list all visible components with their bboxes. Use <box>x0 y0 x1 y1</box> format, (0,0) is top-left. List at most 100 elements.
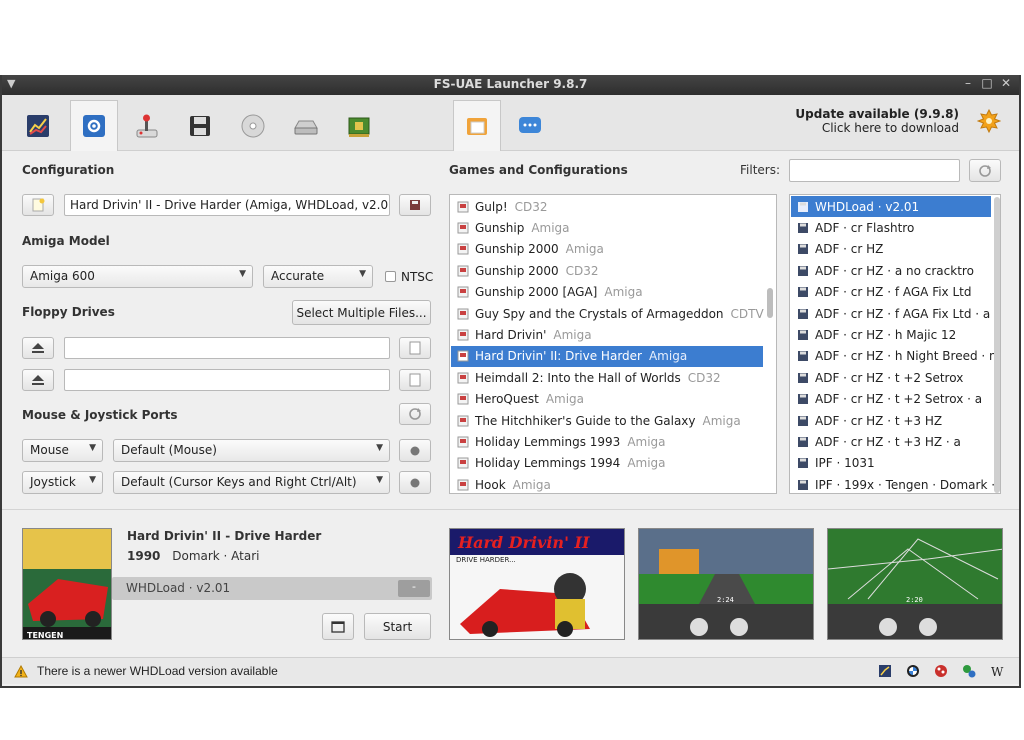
fullscreen-toggle-button[interactable] <box>322 613 354 640</box>
screenshot-subtitle-text: DRIVE HARDER... <box>456 556 516 564</box>
game-list-item[interactable]: Heimdall 2: Into the Hall of Worlds CD32 <box>451 367 763 388</box>
document-icon <box>409 373 421 387</box>
wikipedia-icon[interactable]: W <box>990 664 1004 678</box>
screenshot-logo-text: Hard Drivin' II <box>457 533 590 552</box>
tab-input[interactable] <box>123 100 171 151</box>
save-config-button[interactable] <box>399 194 431 216</box>
floppy-icon <box>798 244 808 255</box>
tab-config[interactable] <box>70 100 118 151</box>
variant-list-item[interactable]: ADF · cr HZ · f AGA Fix Ltd <box>791 282 991 303</box>
variant-name: IPF · 1031 <box>815 456 875 471</box>
variant-name: ADF · cr HZ <box>815 242 884 257</box>
game-config-icon <box>457 436 469 448</box>
start-button[interactable]: Start <box>364 613 431 640</box>
variant-bar[interactable]: WHDLoad · v2.01 - <box>112 577 432 600</box>
eject-floppy1-button[interactable] <box>22 337 54 359</box>
chevron-down-icon: ▼ <box>89 443 96 453</box>
tab-netplay[interactable] <box>506 100 554 151</box>
game-name: The Hitchhiker's Guide to the Galaxy <box>475 413 696 428</box>
variant-remove-button[interactable]: - <box>398 580 430 597</box>
game-list-item[interactable]: Gunship 2000 CD32 <box>451 260 763 281</box>
port2-device-select[interactable]: Default (Cursor Keys and Right Ctrl/Alt)… <box>113 471 390 494</box>
port1-type-select[interactable]: Mouse ▼ <box>22 439 103 462</box>
game-name: Gulp! <box>475 199 508 214</box>
port1-device-select[interactable]: Default (Mouse) ▼ <box>113 439 390 462</box>
ntsc-checkbox[interactable] <box>385 271 396 282</box>
game-list-item[interactable]: Holiday Lemmings 1994 Amiga <box>451 453 763 474</box>
game-list-item[interactable]: The Hitchhiker's Guide to the Galaxy Amig… <box>451 410 763 431</box>
game-list-item[interactable]: Hard Drivin' Amiga <box>451 324 763 345</box>
maximize-button[interactable]: □ <box>980 76 994 90</box>
refresh-games-button[interactable] <box>969 159 1001 182</box>
game-name: Gunship 2000 <box>475 263 559 278</box>
screenshot2-timer: 2:20 <box>906 596 923 604</box>
amiga-model-select[interactable]: Amiga 600 ▼ <box>22 265 253 288</box>
game-list-item[interactable]: Hook Amiga <box>451 474 763 493</box>
tab-hardware[interactable] <box>335 100 383 151</box>
bmw-icon[interactable] <box>906 664 920 678</box>
game-list-item[interactable]: Gulp! CD32 <box>451 196 763 217</box>
variants-scrollbar[interactable] <box>994 197 1000 493</box>
variant-list-item[interactable]: ADF · cr HZ · t +3 HZ · a <box>791 431 991 452</box>
new-config-button[interactable] <box>22 194 54 216</box>
variant-list-item[interactable]: ADF · cr Flashtro <box>791 217 991 238</box>
tab-floppies[interactable] <box>176 100 224 151</box>
floppy1-field[interactable] <box>64 337 390 359</box>
port2-type-select[interactable]: Joystick ▼ <box>22 471 103 494</box>
new-document-icon <box>32 198 45 212</box>
variant-list-item[interactable]: ADF · cr HZ <box>791 239 991 260</box>
games-list[interactable]: Gulp! CD32 Gunship Amiga Gunship 2000 Amiga Gu… <box>449 194 777 494</box>
game-list-item[interactable]: Holiday Lemmings 1993 Amiga <box>451 431 763 452</box>
config-name-field[interactable]: Hard Drivin' II - Drive Harder (Amiga, W… <box>64 194 390 216</box>
close-button[interactable]: ✕ <box>999 76 1013 90</box>
variant-list-item[interactable]: ADF · cr HZ · h Majic 12 <box>791 324 991 345</box>
toolbar: Update available (9.9.8) Click here to d… <box>2 95 1019 151</box>
game-config-icon <box>457 222 469 234</box>
variant-list-item[interactable]: ADF · cr HZ · t +3 HZ <box>791 410 991 431</box>
tab-games[interactable] <box>453 100 501 151</box>
port1-config-button[interactable] <box>399 439 431 462</box>
variant-list-item[interactable]: WHDLoad · v2.01 <box>791 196 991 218</box>
update-notice[interactable]: Update available (9.9.8) Click here to d… <box>795 107 959 135</box>
refresh-ports-button[interactable] <box>399 403 431 425</box>
game-platform: CDTV <box>730 306 764 321</box>
game-list-item[interactable]: Gunship 2000 [AGA] Amiga <box>451 282 763 303</box>
browse-floppy2-button[interactable] <box>399 369 431 391</box>
game-list-item[interactable]: Gunship 2000 Amiga <box>451 239 763 260</box>
variant-list-item[interactable]: ADF · cr HZ · t +2 Setrox <box>791 367 991 388</box>
refresh-icon <box>979 164 991 177</box>
game-config-icon <box>457 243 469 255</box>
game-platform: Amiga <box>531 221 570 236</box>
games-scrollbar[interactable] <box>767 288 773 318</box>
variant-list-item[interactable]: ADF · cr HZ · a no cracktro <box>791 260 991 281</box>
tab-harddrives[interactable] <box>282 100 330 151</box>
floppy-icon <box>798 223 808 234</box>
game-list-item[interactable]: Hard Drivin' II: Drive Harder Amiga <box>451 345 763 368</box>
filters-input[interactable] <box>789 159 960 182</box>
variant-list-item[interactable]: ADF · cr HZ · t +2 Setrox · a <box>791 389 991 410</box>
game-name: Gunship <box>475 221 525 236</box>
tab-main[interactable] <box>14 100 62 151</box>
chevron-down-icon: ▼ <box>376 475 383 485</box>
game-platform: Amiga <box>648 349 688 364</box>
variant-list-item[interactable]: ADF · cr HZ · h Night Breed · new <box>791 346 1000 367</box>
network-icon[interactable] <box>962 664 976 678</box>
variants-list[interactable]: WHDLoad · v2.01 ADF · cr Flashtro ADF · cr… <box>789 194 1001 494</box>
floppy2-field[interactable] <box>64 369 390 391</box>
eject-floppy2-button[interactable] <box>22 369 54 391</box>
minimize-button[interactable]: – <box>961 76 975 90</box>
database-icon[interactable] <box>934 664 948 678</box>
port2-config-button[interactable] <box>399 471 431 494</box>
variant-list-item[interactable]: IPF · 199x · Tengen · Domark · cor <box>791 474 1000 493</box>
update-star-icon[interactable] <box>977 109 1001 133</box>
tab-cdrom[interactable] <box>229 100 277 151</box>
graph-icon[interactable] <box>878 664 892 678</box>
browse-floppy1-button[interactable] <box>399 337 431 359</box>
game-list-item[interactable]: Guy Spy and the Crystals of Armageddon CD… <box>451 303 764 324</box>
variant-list-item[interactable]: IPF · 1031 <box>791 453 991 474</box>
select-multiple-files-button[interactable]: Select Multiple Files... <box>292 300 431 325</box>
accuracy-select[interactable]: Accurate ▼ <box>263 265 373 288</box>
game-list-item[interactable]: Gunship Amiga <box>451 217 763 238</box>
game-list-item[interactable]: HeroQuest Amiga <box>451 389 763 410</box>
variant-list-item[interactable]: ADF · cr HZ · f AGA Fix Ltd · a <box>791 303 991 324</box>
